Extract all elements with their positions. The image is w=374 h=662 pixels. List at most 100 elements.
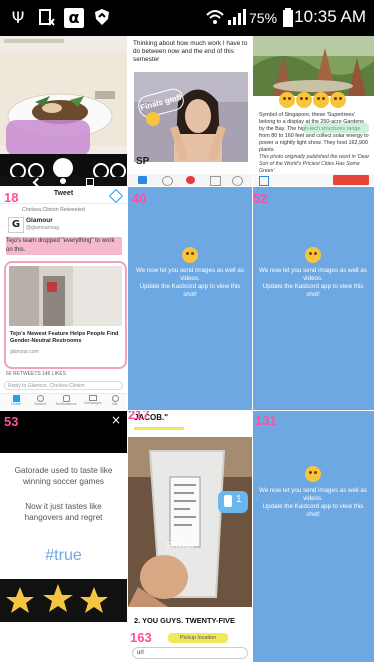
alpha-icon: α bbox=[64, 8, 84, 28]
like-count: 1 bbox=[236, 494, 242, 505]
tweet-toolbar bbox=[128, 174, 252, 186]
update-notice: We now let you send images as well as vi… bbox=[258, 267, 368, 299]
thumbs-up-icon bbox=[224, 495, 232, 507]
card-domain: glamour.com bbox=[10, 349, 39, 355]
notifications-tab-icon[interactable] bbox=[186, 176, 195, 184]
notice-line-2: Update the Kastcord app to view this sho… bbox=[262, 283, 364, 298]
shield-icon bbox=[92, 8, 112, 28]
like-bubble[interactable]: 1 bbox=[218, 491, 248, 513]
profile-icon bbox=[111, 395, 119, 402]
surprised-emoji-icon bbox=[279, 92, 295, 108]
update-notice: We now let you send images as well as vi… bbox=[258, 487, 368, 519]
badge-40: 40 bbox=[132, 191, 147, 206]
tab-home[interactable]: Home bbox=[6, 395, 26, 406]
messages-tab-icon[interactable] bbox=[210, 176, 221, 186]
badge-131: 131 bbox=[255, 413, 277, 428]
signal-icon bbox=[226, 8, 246, 28]
tab-messages[interactable]: Messages bbox=[82, 395, 104, 405]
article-toolbar bbox=[253, 174, 374, 186]
badge-163: 163 bbox=[130, 630, 152, 645]
badge-53: 53 bbox=[4, 414, 19, 429]
search-icon bbox=[36, 395, 44, 402]
black-header: 53 × bbox=[0, 411, 127, 453]
snap-tile-gatorade[interactable]: 53 × Gatorade used to taste like winning… bbox=[0, 411, 127, 622]
back-icon[interactable] bbox=[32, 177, 43, 186]
cup-photo bbox=[128, 437, 252, 607]
smile-emoji-icon bbox=[182, 247, 198, 263]
shutter-button[interactable] bbox=[53, 158, 73, 178]
tab-search[interactable]: Search bbox=[30, 395, 50, 406]
snap-tile-finals-gif[interactable]: Thinking about how much work I have to d… bbox=[128, 36, 252, 186]
snap-tile-food-camera[interactable] bbox=[0, 36, 127, 186]
snap-tile-cup[interactable]: JACOB." 217 1 Serious 2. YOU GUYS. TWENT… bbox=[128, 411, 252, 662]
clock: 10:35 AM bbox=[294, 7, 366, 26]
reply-input[interactable]: Reply to Glamour, Chelsea Clinton bbox=[4, 381, 123, 390]
url-field-value: url bbox=[137, 650, 144, 656]
home-icon[interactable] bbox=[60, 178, 66, 184]
retweeted-by: Chelsea Clinton Retweeted bbox=[22, 207, 85, 213]
serious-sticker: Serious bbox=[166, 541, 194, 550]
tweet-body: Tejo's team dropped "everything" to work… bbox=[6, 237, 122, 255]
surprised-emoji-icon bbox=[313, 92, 329, 108]
snap-tile-unavailable-40[interactable]: 40 We now let you send images as well as… bbox=[128, 187, 252, 410]
smile-emoji-icon bbox=[305, 466, 321, 482]
hashtag: #true bbox=[45, 547, 82, 564]
emoji-sticker bbox=[146, 112, 160, 126]
bell-icon bbox=[62, 395, 70, 402]
ad-banner[interactable] bbox=[333, 175, 369, 185]
caption-line-2: Now it just tastes like hangovers and re… bbox=[24, 502, 103, 522]
profile-tab-icon[interactable] bbox=[232, 176, 243, 186]
sticker-strip bbox=[0, 579, 127, 622]
share-icon[interactable] bbox=[259, 176, 269, 186]
badge-217: 217 bbox=[128, 411, 150, 422]
notice-line-1: We now let you send images as well as vi… bbox=[136, 267, 244, 282]
tab-search-label: Search bbox=[33, 402, 47, 406]
sim-icon bbox=[36, 8, 56, 28]
tab-me-label: Me bbox=[112, 402, 118, 406]
snap-tile-tweet[interactable]: 18 Tweet Chelsea Clinton Retweeted G Gla… bbox=[0, 187, 127, 410]
home-icon bbox=[12, 395, 20, 402]
notice-line-2: Update the Kastcord app to view this sho… bbox=[139, 283, 241, 298]
battery-percentage: 75% bbox=[249, 10, 278, 26]
surprised-emoji-icon bbox=[330, 92, 346, 108]
account-handle: @glamourmag bbox=[26, 225, 59, 231]
close-icon[interactable]: × bbox=[111, 413, 121, 427]
yellow-underline bbox=[134, 427, 184, 430]
snap-tile-unavailable-131[interactable]: 131 We now let you send images as well a… bbox=[253, 411, 374, 622]
search-tab-icon[interactable] bbox=[162, 176, 173, 186]
glamour-avatar[interactable]: G bbox=[8, 217, 24, 233]
tab-notifications[interactable]: Notifications bbox=[54, 395, 78, 406]
twitter-tab-bar: Home Search Notifications Messages Me bbox=[0, 393, 127, 410]
tweet-caption: Thinking about how much work I have to d… bbox=[133, 40, 248, 63]
restroom-photo bbox=[9, 266, 122, 326]
link-card[interactable]: Tejo's Newest Feature Helps People Find … bbox=[4, 261, 127, 369]
notice-line-1: We now let you send images as well as vi… bbox=[259, 267, 367, 282]
notice-line-1: We now let you send images as well as vi… bbox=[259, 487, 367, 502]
tab-messages-label: Messages bbox=[84, 401, 102, 405]
snap-tile-unavailable-52[interactable]: 52 We now let you send images as well as… bbox=[253, 187, 374, 410]
green-highlight bbox=[303, 123, 369, 133]
tab-me[interactable]: Me bbox=[106, 395, 124, 406]
home-tab-icon[interactable] bbox=[138, 176, 147, 184]
pink-scribble-overlay bbox=[6, 120, 90, 156]
pickup-location[interactable]: Pickup location bbox=[168, 633, 228, 643]
tab-notifications-label: Notifications bbox=[55, 402, 77, 406]
tweet-stats: 66 RETWEETS 146 LIKES bbox=[6, 371, 67, 377]
tweet-header: Tweet bbox=[0, 187, 127, 204]
snap-tile-supertrees[interactable]: Symbol of Singapore, these 'Supertrees' … bbox=[253, 36, 374, 186]
surprised-emoji-icon bbox=[296, 92, 312, 108]
badge-52: 52 bbox=[253, 191, 268, 206]
account-name: Glamour bbox=[26, 217, 53, 224]
usb-icon: Ψ bbox=[11, 8, 25, 27]
bottom-strip-left bbox=[0, 622, 127, 662]
recents-icon[interactable] bbox=[86, 178, 94, 186]
notice-line-2: Update the Kastcord app to view this sho… bbox=[262, 503, 364, 518]
wifi-icon bbox=[205, 8, 225, 28]
android-nav-bar bbox=[0, 177, 127, 186]
url-field[interactable]: url bbox=[132, 647, 248, 659]
card-title: Tejo's Newest Feature Helps People Find … bbox=[10, 331, 119, 344]
initials-label: SP bbox=[136, 156, 150, 167]
tab-home-label: Home bbox=[10, 402, 22, 406]
section-title: 2. YOU GUYS. TWENTY-FIVE bbox=[134, 616, 235, 625]
garden-photo bbox=[253, 36, 374, 96]
